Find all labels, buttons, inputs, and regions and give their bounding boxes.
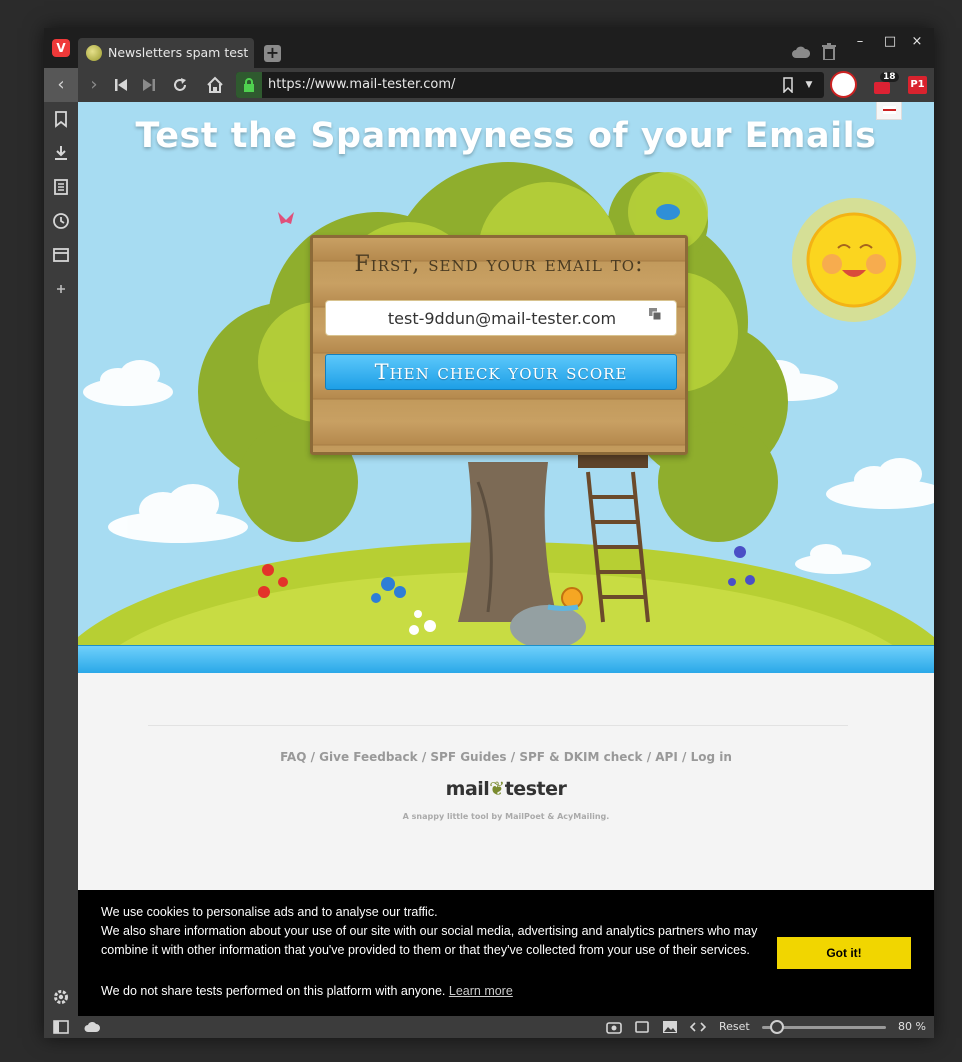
footer-link-spf-dkim[interactable]: SPF & DKIM check: [519, 750, 642, 764]
history-panel-icon[interactable]: [52, 212, 70, 230]
hero-title: Test the Spammyness of your Emails: [135, 116, 877, 156]
url-text: https://www.mail-tester.com/: [268, 77, 456, 92]
cookie-banner: We use cookies to personalise ads and to…: [78, 890, 934, 1016]
cookie-text-line1: We use cookies to personalise ads and to…: [101, 905, 438, 919]
home-icon[interactable]: [206, 76, 224, 94]
trash-icon[interactable]: [822, 43, 836, 60]
minimize-button[interactable]: –: [850, 34, 870, 50]
tagline: A snappy little tool by MailPoet & AcyMa…: [402, 812, 610, 821]
logo-text-right: tester: [504, 778, 567, 800]
fast-forward-button[interactable]: [142, 78, 156, 92]
extension-avatar-icon[interactable]: [830, 71, 857, 98]
notes-panel-icon[interactable]: [52, 178, 70, 196]
settings-gear-icon[interactable]: [52, 988, 70, 1006]
mail-tester-logo[interactable]: mail❦tester: [78, 778, 934, 800]
footer-separator: /: [682, 750, 691, 764]
leaf-logo-icon: ❦: [489, 778, 505, 800]
logo-text-left: mail: [445, 778, 490, 800]
footer-divider: [148, 725, 848, 726]
cookie-accept-button[interactable]: Got it!: [777, 937, 911, 969]
email-address-text: test-9ddun@mail-tester.com: [387, 309, 617, 328]
reload-icon[interactable]: [172, 77, 188, 93]
zoom-reset-button[interactable]: Reset: [719, 1020, 750, 1033]
footer-separator: /: [310, 750, 320, 764]
extension-badge-count: 18: [880, 72, 899, 82]
cookie-text-line4: We do not share tests performed on this …: [101, 984, 513, 998]
side-panel: [44, 102, 78, 1016]
extension-box-icon: [874, 82, 890, 94]
browser-window: V Newsletters spam test by mail-tester.c…: [44, 28, 934, 1038]
language-selector[interactable]: [876, 102, 902, 120]
footer-separator: /: [646, 750, 656, 764]
downloads-panel-icon[interactable]: [52, 144, 70, 162]
footer-link-login[interactable]: Log in: [691, 750, 732, 764]
forward-button[interactable]: ›: [82, 73, 106, 97]
bookmark-icon[interactable]: [782, 77, 794, 93]
extension-p1-icon[interactable]: P1: [908, 76, 927, 94]
url-field[interactable]: https://www.mail-tester.com/ ▼: [236, 72, 824, 98]
zoom-level: 80 %: [898, 1020, 926, 1033]
cookie-text-line3: combine it with other information that y…: [101, 943, 750, 957]
check-score-button[interactable]: Then check your score: [325, 354, 677, 390]
screenshot-camera-icon[interactable]: [606, 1020, 622, 1034]
bookmarks-panel-icon[interactable]: [52, 110, 70, 128]
footer-link-faq[interactable]: FAQ: [280, 750, 306, 764]
leaf-favicon-icon: [86, 45, 102, 61]
wooden-sign: First, send your email to: test-9ddun@ma…: [310, 235, 688, 455]
add-panel-plus-icon[interactable]: [52, 280, 70, 298]
uk-flag-icon: [883, 106, 896, 114]
hero-section: Test the Spammyness of your Emails First…: [78, 102, 934, 645]
status-bar: Reset 80 %: [44, 1016, 934, 1038]
lock-icon[interactable]: [236, 72, 262, 98]
footer-link-feedback[interactable]: Give Feedback: [319, 750, 417, 764]
zoom-slider-handle[interactable]: [770, 1020, 784, 1034]
tab-title: Newsletters spam test by mail-tester.com: [108, 45, 250, 60]
close-button[interactable]: ×: [907, 34, 927, 50]
chevron-left-icon: ‹: [57, 74, 65, 95]
hero-bottom-bar: [78, 645, 934, 673]
tab-bar: V Newsletters spam test by mail-tester.c…: [44, 28, 934, 68]
cookie-notice-text: We do not share tests performed on this …: [101, 984, 449, 998]
copy-clipboard-icon[interactable]: [648, 307, 662, 321]
vivaldi-menu-icon[interactable]: V: [52, 39, 70, 57]
back-button[interactable]: ‹: [44, 68, 78, 102]
tab-active[interactable]: Newsletters spam test by mail-tester.com: [78, 38, 254, 68]
footer-link-spf-guides[interactable]: SPF Guides: [430, 750, 506, 764]
extension-notification-icon[interactable]: 18: [872, 72, 899, 96]
images-icon[interactable]: [662, 1020, 678, 1034]
new-tab-plus-icon[interactable]: +: [264, 45, 281, 62]
web-viewport: Test the Spammyness of your Emails First…: [78, 102, 934, 1016]
chevron-down-icon[interactable]: ▼: [802, 77, 816, 93]
window-panel-icon[interactable]: [52, 246, 70, 264]
sync-status-cloud-icon[interactable]: [84, 1020, 100, 1034]
footer-link-api[interactable]: API: [655, 750, 678, 764]
sync-cloud-icon[interactable]: [792, 46, 810, 58]
cookie-text-line2: We also share information about your use…: [101, 924, 758, 938]
send-heading: First, send your email to:: [354, 252, 644, 277]
address-bar: ‹ › https://www.mail-tester.com/ ▼ 18 P1: [44, 68, 934, 102]
rewind-button[interactable]: [114, 78, 128, 92]
tiling-icon[interactable]: [634, 1020, 650, 1034]
footer-links: FAQ / Give Feedback / SPF Guides / SPF &…: [78, 750, 934, 764]
panel-toggle-icon[interactable]: [53, 1020, 69, 1034]
maximize-button[interactable]: □: [880, 34, 900, 50]
learn-more-link[interactable]: Learn more: [449, 984, 513, 998]
page-actions-icon[interactable]: [690, 1020, 706, 1034]
email-address-field[interactable]: test-9ddun@mail-tester.com: [325, 300, 677, 336]
